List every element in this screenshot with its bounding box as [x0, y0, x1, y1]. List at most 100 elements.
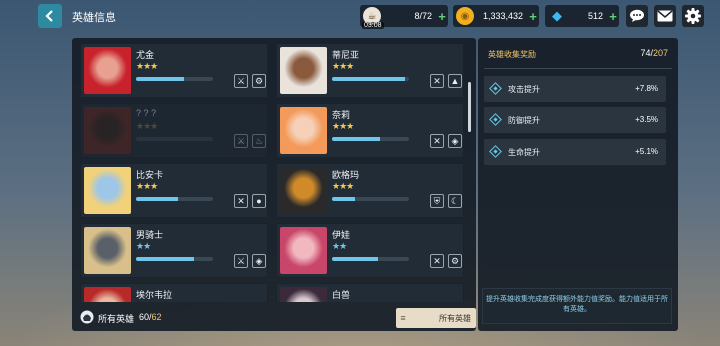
hero-progress-bar — [332, 77, 409, 81]
top-bar: 英雄信息 ☕ 8/72 + 03:08 ◉ 1,333,432 + ◆ 512 … — [0, 0, 720, 32]
hero-progress-bar — [332, 257, 409, 261]
diamond-icon: ◈ — [252, 254, 266, 268]
hero-star-rating: ★★★ — [332, 181, 354, 191]
collection-reward-panel: 英雄收集奖励 74/207 攻击提升 +7.8% 防御提升 +3.5% 生命提升… — [478, 38, 678, 331]
chevron-left-icon — [45, 10, 53, 22]
hero-portrait — [280, 287, 327, 302]
stamina-timer: 03:08 — [362, 22, 384, 29]
shield-icon: ⛨ — [430, 194, 444, 208]
hero-card[interactable]: 奈莉 ★★★ ✕ ◈ — [276, 103, 464, 158]
hero-card[interactable]: 伊娃 ★★ ✕ ⚙ — [276, 223, 464, 278]
hero-name: 白兽 — [332, 290, 351, 300]
mail-button[interactable] — [654, 5, 676, 27]
crossed-axes-icon: ✕ — [430, 134, 444, 148]
hero-progress-fill — [332, 197, 356, 201]
crossed-swords-icon: ⚔ — [234, 74, 248, 88]
hero-star-rating: ★★★ — [332, 61, 354, 71]
diamond-icon — [489, 82, 502, 95]
moon-icon: ☾ — [448, 194, 462, 208]
divider — [484, 68, 672, 69]
hero-card[interactable]: 男骑士 ★★ ⚔ ◈ — [80, 223, 268, 278]
defense-bonus-row: 防御提升 +3.5% — [484, 107, 666, 133]
hero-portrait — [280, 227, 327, 274]
add-gold-button[interactable]: + — [527, 9, 539, 24]
diamond-icon: ◈ — [448, 134, 462, 148]
hero-name: 埃尔韦拉 — [136, 290, 173, 300]
gear-icon: ⚙ — [252, 74, 266, 88]
hero-progress-bar — [136, 77, 213, 81]
collection-progress: 74/207 — [640, 48, 668, 58]
hero-star-rating: ★★★ — [332, 121, 354, 131]
collection-header: 英雄收集奖励 74/207 — [484, 44, 672, 64]
gold-counter[interactable]: ◉ 1,333,432 + — [453, 5, 539, 27]
add-stamina-button[interactable]: + — [436, 9, 448, 24]
gem-counter[interactable]: ◆ 512 + — [545, 5, 619, 27]
hero-name: 蒂尼亚 — [332, 50, 360, 60]
hero-name: 伊娃 — [332, 230, 351, 240]
hero-star-rating: ★★ — [332, 241, 347, 251]
hero-portrait — [84, 227, 131, 274]
hero-card[interactable]: 埃尔韦拉 — [80, 283, 268, 302]
hero-name: 比安卡 — [136, 170, 164, 180]
back-button[interactable] — [38, 4, 62, 28]
diamond-icon — [489, 145, 502, 158]
flame-icon: ♨ — [252, 134, 266, 148]
crossed-axes-icon: ✕ — [430, 254, 444, 268]
hero-list-panel: 尤金 ★★★ ⚔ ⚙ 蒂尼亚 ★★★ ✕ ▲? ? ? ★★★ ⚔ ♨ 奈莉 ★★★ ✕ ◈ 比安卡 ★★★ ✕ ●… — [72, 38, 476, 331]
hero-progress-bar — [332, 137, 409, 141]
gem-icon: ◆ — [552, 8, 562, 23]
hero-card[interactable]: 白兽 — [276, 283, 464, 302]
hero-list-scrollbar[interactable] — [468, 82, 471, 132]
hero-star-rating: ★★★ — [136, 61, 158, 71]
attack-bonus-row: 攻击提升 +7.8% — [484, 76, 666, 102]
hero-portrait — [280, 47, 327, 94]
hero-progress-fill — [136, 197, 179, 201]
hero-progress-fill — [332, 137, 380, 141]
hero-filter-button[interactable]: ≡ 所有英雄 — [396, 308, 476, 328]
page-title: 英雄信息 — [72, 12, 116, 24]
droplet-icon: ● — [252, 194, 266, 208]
hero-name: ? ? ? — [136, 108, 157, 118]
hero-helmet-icon — [80, 310, 94, 324]
collection-title: 英雄收集奖励 — [488, 50, 536, 59]
hero-card[interactable]: 尤金 ★★★ ⚔ ⚙ — [80, 43, 268, 98]
collection-note: 提升英雄收集完成度获得额外能力值奖励。能力值适用于所有英雄。 — [482, 288, 672, 324]
hero-card[interactable]: 比安卡 ★★★ ✕ ● — [80, 163, 268, 218]
hero-name: 男骑士 — [136, 230, 164, 240]
hero-grid[interactable]: 尤金 ★★★ ⚔ ⚙ 蒂尼亚 ★★★ ✕ ▲? ? ? ★★★ ⚔ ♨ 奈莉 ★★★ ✕ ◈ 比安卡 ★★★ ✕ ●… — [80, 43, 470, 302]
hero-star-rating: ★★ — [136, 241, 151, 251]
settings-button[interactable] — [682, 5, 704, 27]
hero-progress-fill — [332, 77, 406, 81]
crossed-axes-icon: ✕ — [430, 74, 444, 88]
diamond-icon — [489, 113, 502, 126]
crossed-swords-icon: ⚔ — [234, 134, 248, 148]
gear-icon: ⚙ — [448, 254, 462, 268]
hp-bonus-row: 生命提升 +5.1% — [484, 139, 666, 165]
hero-name: 奈莉 — [332, 110, 351, 120]
hero-name: 欧格玛 — [332, 170, 360, 180]
add-gem-button[interactable]: + — [607, 9, 619, 24]
menu-lines-icon: ≡ — [400, 313, 406, 323]
hero-portrait — [84, 107, 131, 154]
chat-button[interactable] — [626, 5, 648, 27]
hero-card[interactable]: ? ? ? ★★★ ⚔ ♨ — [80, 103, 268, 158]
mail-icon — [657, 10, 673, 22]
hero-card[interactable]: 蒂尼亚 ★★★ ✕ ▲ — [276, 43, 464, 98]
hero-portrait — [280, 107, 327, 154]
gold-coin-icon: ◉ — [456, 7, 474, 25]
hero-portrait — [84, 167, 131, 214]
hero-portrait — [84, 287, 131, 302]
hero-star-rating: ★★★ — [136, 181, 158, 191]
hero-portrait — [280, 167, 327, 214]
hero-card[interactable]: 欧格玛 ★★★ ⛨ ☾ — [276, 163, 464, 218]
hero-progress-fill — [136, 77, 184, 81]
hero-count: 60/62 — [139, 312, 162, 322]
hero-name: 尤金 — [136, 50, 155, 60]
settings-icon — [685, 8, 701, 24]
hero-progress-fill — [332, 257, 379, 261]
hero-list-footer: 所有英雄 60/62 ≡ 所有英雄 — [72, 304, 476, 331]
hero-progress-bar — [332, 197, 409, 201]
hero-progress-fill — [136, 257, 194, 261]
mountain-icon: ▲ — [448, 74, 462, 88]
all-heroes-label: 所有英雄 — [98, 314, 135, 324]
